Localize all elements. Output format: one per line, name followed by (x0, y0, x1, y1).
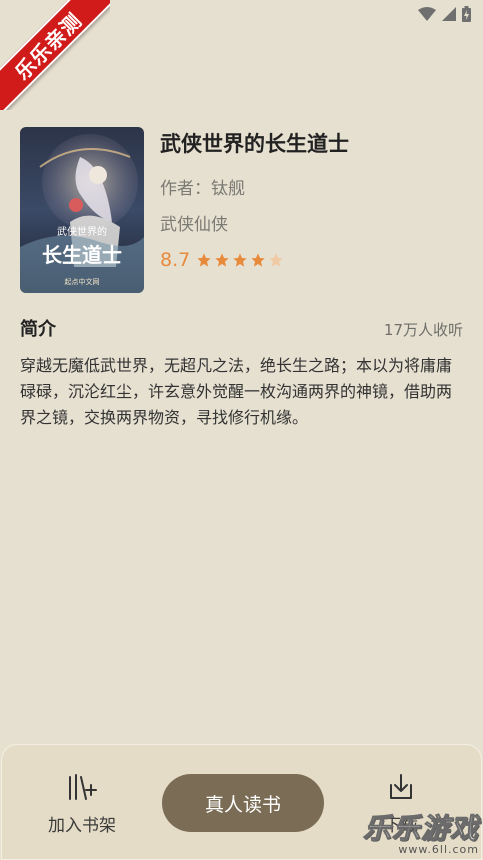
star-filled-icon (197, 253, 211, 267)
corner-ribbon: 乐乐亲测 (0, 0, 110, 110)
rating-score: 8.7 (160, 249, 191, 271)
intro-header: 简介 17万人收听 (20, 315, 463, 341)
book-cover[interactable]: 武侠世界的 长生道士 起点中文网 (20, 127, 144, 293)
book-info: 武侠世界的长生道士 作者：钛舰 武侠仙侠 8.7 (160, 127, 463, 271)
rating-row: 8.7 (160, 249, 284, 271)
star-filled-icon (215, 253, 229, 267)
book-genre[interactable]: 武侠仙侠 (160, 210, 463, 235)
read-button[interactable]: 真人读书 (162, 774, 324, 832)
rating-stars (196, 252, 284, 268)
star-filled-icon (251, 253, 265, 267)
cover-publisher: 起点中文网 (65, 277, 100, 286)
intro-text: 穿越无魔低武世界，无超凡之法，绝长生之路；本以为将庸庸碌碌，沉沦红尘，许玄意外觉… (20, 356, 453, 427)
book-title: 武侠世界的长生道士 (160, 132, 349, 156)
battery-charging-icon (462, 6, 471, 22)
cover-title-small: 武侠世界的 (57, 225, 107, 238)
download-icon (386, 774, 416, 805)
book-header: 武侠世界的 长生道士 起点中文网 武侠世界的长生道士 作者：钛舰 武侠仙侠 8.… (20, 127, 463, 293)
watermark-logo: 乐乐游戏 www.6ll.com (362, 807, 479, 857)
ribbon-text: 乐乐亲测 (0, 0, 110, 110)
star-empty-icon (269, 253, 283, 267)
add-to-shelf-label: 加入书架 (48, 816, 116, 836)
book-author[interactable]: 作者：钛舰 (160, 174, 463, 199)
add-to-shelf-button[interactable]: 加入书架 (40, 773, 124, 836)
intro-title: 简介 (20, 319, 56, 340)
cover-title-big: 长生道士 (42, 243, 122, 267)
wifi-icon (418, 7, 436, 21)
signal-icon (442, 7, 456, 21)
bookshelf-add-icon (67, 774, 97, 805)
listen-count: 17万人收听 (383, 321, 463, 339)
star-filled-icon (233, 253, 247, 267)
watermark-main: 乐乐游戏 (362, 812, 479, 846)
